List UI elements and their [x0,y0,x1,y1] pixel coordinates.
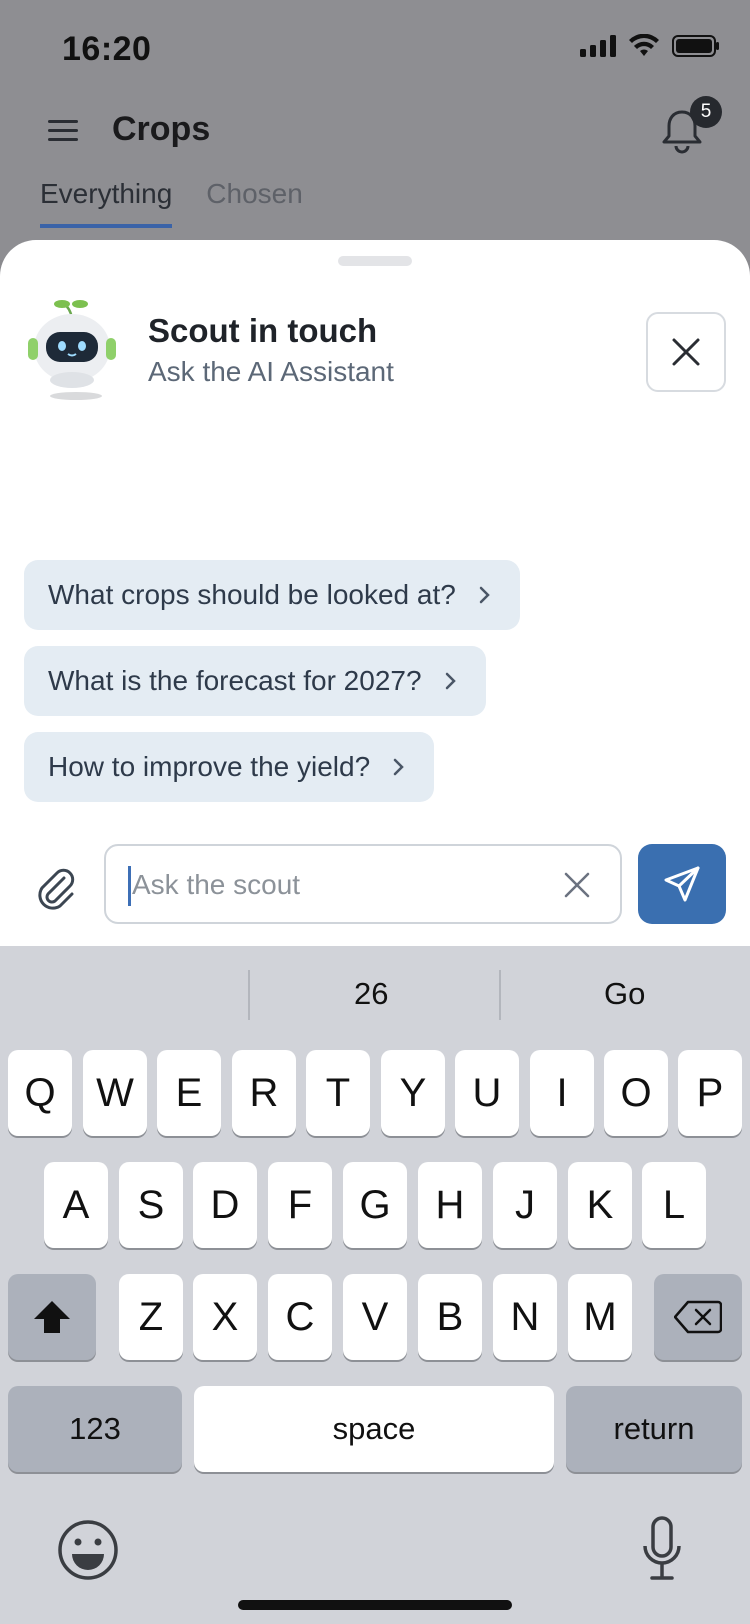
shift-key[interactable] [8,1274,96,1360]
microphone-icon[interactable] [640,1514,684,1584]
return-key[interactable]: return [566,1386,742,1472]
wifi-icon [629,34,659,56]
key-w[interactable]: W [83,1050,147,1136]
prediction-3[interactable]: Go [604,976,645,1012]
status-icons [580,34,720,58]
prediction-divider [499,970,501,1020]
key-y[interactable]: Y [381,1050,445,1136]
key-j[interactable]: J [493,1162,557,1248]
predictive-bar: 26 Go [0,946,750,1042]
message-input-container[interactable] [104,844,622,924]
close-button[interactable] [646,312,726,392]
key-h[interactable]: H [418,1162,482,1248]
sheet-subtitle: Ask the AI Assistant [148,356,394,387]
message-input[interactable] [132,860,532,910]
suggestion-label: What crops should be looked at? [48,579,456,610]
onscreen-keyboard: 26 Go Q W E R T Y U I O P A S D F G H J … [0,946,750,1624]
key-e[interactable]: E [157,1050,221,1136]
prediction-2[interactable]: 26 [354,976,388,1012]
shift-arrow-icon [34,1301,70,1333]
home-indicator[interactable] [238,1600,512,1610]
app-header: Crops 5 [0,96,750,176]
key-v[interactable]: V [343,1274,407,1360]
numbers-key[interactable]: 123 [8,1386,182,1472]
key-k[interactable]: K [568,1162,632,1248]
battery-icon [672,35,719,57]
backspace-icon [674,1300,722,1334]
key-m[interactable]: M [568,1274,632,1360]
paperclip-icon[interactable] [34,862,76,910]
key-d[interactable]: D [193,1162,257,1248]
key-n[interactable]: N [493,1274,557,1360]
sheet-title: Scout in touch [148,312,378,349]
prediction-divider [248,970,250,1020]
key-i[interactable]: I [530,1050,594,1136]
key-s[interactable]: S [119,1162,183,1248]
tab-everything[interactable]: Everything [40,178,173,228]
clear-input-icon[interactable] [560,868,594,902]
emoji-icon[interactable] [56,1518,120,1582]
page-title: Crops [112,110,211,148]
tab-bar: Everything Chosen [40,178,303,228]
notification-badge: 5 [690,96,722,128]
status-bar: 16:20 [0,0,750,96]
suggestion-chip[interactable]: What is the forecast for 2027? [24,646,486,716]
chevron-right-icon [479,586,490,604]
key-b[interactable]: B [418,1274,482,1360]
close-icon [672,338,700,366]
message-composer [0,844,750,928]
send-button[interactable] [638,844,726,924]
key-z[interactable]: Z [119,1274,183,1360]
sheet-grabber[interactable] [338,256,412,266]
backspace-key[interactable] [654,1274,742,1360]
chevron-right-icon [393,758,404,776]
tab-chosen[interactable]: Chosen [206,178,303,228]
key-x[interactable]: X [193,1274,257,1360]
send-icon [664,866,700,902]
status-time: 16:20 [62,30,152,68]
suggestion-label: What is the forecast for 2027? [48,665,422,696]
key-g[interactable]: G [343,1162,407,1248]
cellular-signal-icon [580,35,616,57]
key-o[interactable]: O [604,1050,668,1136]
key-c[interactable]: C [268,1274,332,1360]
key-l[interactable]: L [642,1162,706,1248]
key-p[interactable]: P [678,1050,742,1136]
space-key[interactable]: space [194,1386,554,1472]
key-q[interactable]: Q [8,1050,72,1136]
suggestion-label: How to improve the yield? [48,751,371,782]
key-t[interactable]: T [306,1050,370,1136]
suggestion-chip[interactable]: What crops should be looked at? [24,560,520,630]
key-f[interactable]: F [268,1162,332,1248]
robot-avatar-icon [28,300,116,400]
text-caret [128,866,131,906]
suggestion-list: What crops should be looked at? What is … [24,560,520,802]
ai-assistant-sheet: Scout in touch Ask the AI Assistant What… [0,240,750,950]
hamburger-menu-icon[interactable] [46,114,80,148]
key-u[interactable]: U [455,1050,519,1136]
key-a[interactable]: A [44,1162,108,1248]
chevron-right-icon [445,672,456,690]
background-app: 16:20 Crops 5 Everything Chosen [0,0,750,260]
suggestion-chip[interactable]: How to improve the yield? [24,732,435,802]
key-r[interactable]: R [232,1050,296,1136]
